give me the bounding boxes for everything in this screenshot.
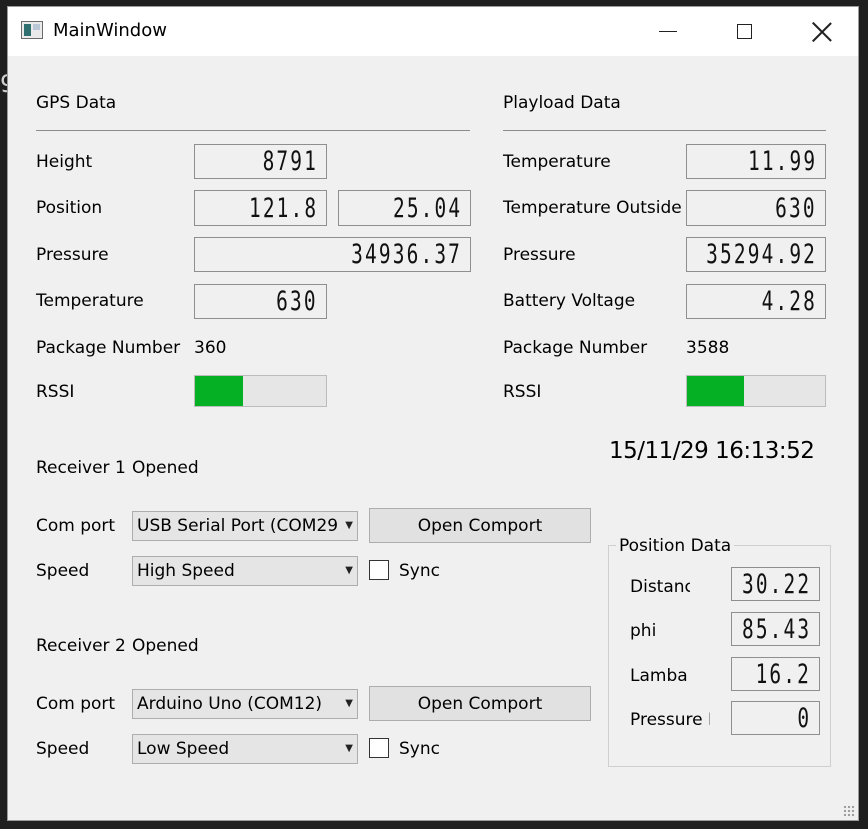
payload-temperature-label: Temperature	[503, 152, 611, 172]
position-lamba-display: 16.2	[731, 657, 820, 691]
payload-rssi-label: RSSI	[503, 382, 542, 402]
chevron-down-icon: ▼	[345, 743, 353, 754]
receiver-2-sync-checkbox[interactable]	[369, 738, 389, 758]
maximize-icon	[736, 24, 752, 39]
receiver-2-speed-label: Speed	[36, 739, 90, 759]
payload-pressure-display: 35294.92	[686, 237, 826, 272]
gps-temperature-display: 630	[194, 284, 327, 319]
window-title: MainWindow	[53, 20, 167, 41]
payload-data-heading: Playload Data	[503, 93, 621, 113]
receiver-1-speed-value: High Speed	[137, 561, 235, 581]
receiver-1-status: Opened	[132, 458, 199, 478]
gps-package-number-label: Package Number	[36, 338, 181, 358]
gps-rssi-label: RSSI	[36, 382, 75, 402]
receiver-2-speed-select[interactable]: Low Speed ▼	[132, 734, 358, 764]
maximize-button[interactable]	[709, 7, 779, 56]
receiver-1-speed-label: Speed	[36, 561, 90, 581]
payload-temperature-display: 11.99	[686, 144, 826, 179]
position-distance-label: Distance	[630, 577, 690, 597]
receiver-1-speed-select[interactable]: High Speed ▼	[132, 556, 358, 586]
receiver-1-com-port-label: Com port	[36, 516, 116, 536]
chevron-down-icon: ▼	[345, 565, 353, 576]
payload-rssi-bar	[686, 375, 826, 407]
receiver-1-com-port-select[interactable]: USB Serial Port (COM29) ▼	[132, 511, 358, 541]
position-distance-display: 30.22	[731, 567, 820, 601]
position-pressure-diff-label: Pressure Diff	[630, 710, 710, 730]
receiver-1-sync-checkbox[interactable]	[369, 560, 389, 580]
payload-pressure-label: Pressure	[503, 245, 576, 265]
chevron-down-icon: ▼	[345, 698, 353, 709]
gps-divider	[36, 130, 470, 131]
receiver-2-com-port-label: Com port	[36, 694, 116, 714]
receiver-2-label: Receiver 2	[36, 636, 126, 656]
datetime-display: 15/11/29 16:13:52	[609, 438, 815, 464]
gps-rssi-fill	[195, 376, 244, 406]
payload-temperature-outside-display: 630	[686, 190, 826, 226]
receiver-2-com-port-value: Arduino Uno (COM12)	[137, 694, 323, 714]
gps-data-heading: GPS Data	[36, 93, 117, 113]
payload-battery-voltage-label: Battery Voltage	[503, 291, 636, 311]
minimize-button[interactable]	[633, 7, 703, 56]
receiver-1-label: Receiver 1	[36, 458, 126, 478]
receiver-2-open-comport-button[interactable]: Open Comport	[369, 686, 591, 721]
gps-height-display: 8791	[194, 144, 327, 179]
position-lamba-label: Lamba	[630, 666, 688, 686]
close-icon	[812, 22, 832, 42]
gps-rssi-bar	[194, 375, 327, 407]
gps-pressure-label: Pressure	[36, 245, 109, 265]
title-bar: MainWindow	[8, 7, 858, 56]
gps-position-label: Position	[36, 198, 103, 218]
position-phi-label: phi	[630, 621, 657, 641]
position-pressure-diff-display: 0	[731, 701, 820, 735]
main-window: MainWindow GPS Data Height 8791 Position…	[7, 6, 859, 821]
resize-grip-icon[interactable]	[843, 805, 855, 817]
payload-rssi-fill	[687, 376, 744, 406]
receiver-2-status: Opened	[132, 636, 199, 656]
gps-height-label: Height	[36, 152, 93, 172]
gps-position-display-1: 121.8	[194, 190, 327, 226]
payload-divider	[503, 130, 826, 131]
chevron-down-icon: ▼	[345, 520, 353, 531]
receiver-2-com-port-select[interactable]: Arduino Uno (COM12) ▼	[132, 689, 358, 719]
gps-position-display-2: 25.04	[338, 190, 471, 226]
receiver-1-open-comport-button[interactable]: Open Comport	[369, 508, 591, 543]
app-window-icon	[21, 21, 43, 39]
gps-package-number-value: 360	[194, 338, 227, 358]
gps-temperature-label: Temperature	[36, 291, 144, 311]
receiver-2-sync-label: Sync	[399, 739, 440, 759]
receiver-1-com-port-value: USB Serial Port (COM29)	[137, 516, 339, 536]
payload-temperature-outside-label: Temperature Outside	[503, 198, 682, 218]
receiver-1-sync-label: Sync	[399, 561, 440, 581]
payload-package-number-value: 3588	[686, 338, 730, 358]
payload-package-number-label: Package Number	[503, 338, 648, 358]
payload-battery-voltage-display: 4.28	[686, 284, 826, 319]
position-phi-display: 85.43	[731, 612, 820, 646]
minimize-icon	[659, 31, 677, 32]
position-data-title: Position Data	[616, 536, 735, 556]
close-button[interactable]	[787, 7, 857, 56]
receiver-2-speed-value: Low Speed	[137, 739, 230, 759]
gps-pressure-display: 34936.37	[194, 237, 471, 272]
